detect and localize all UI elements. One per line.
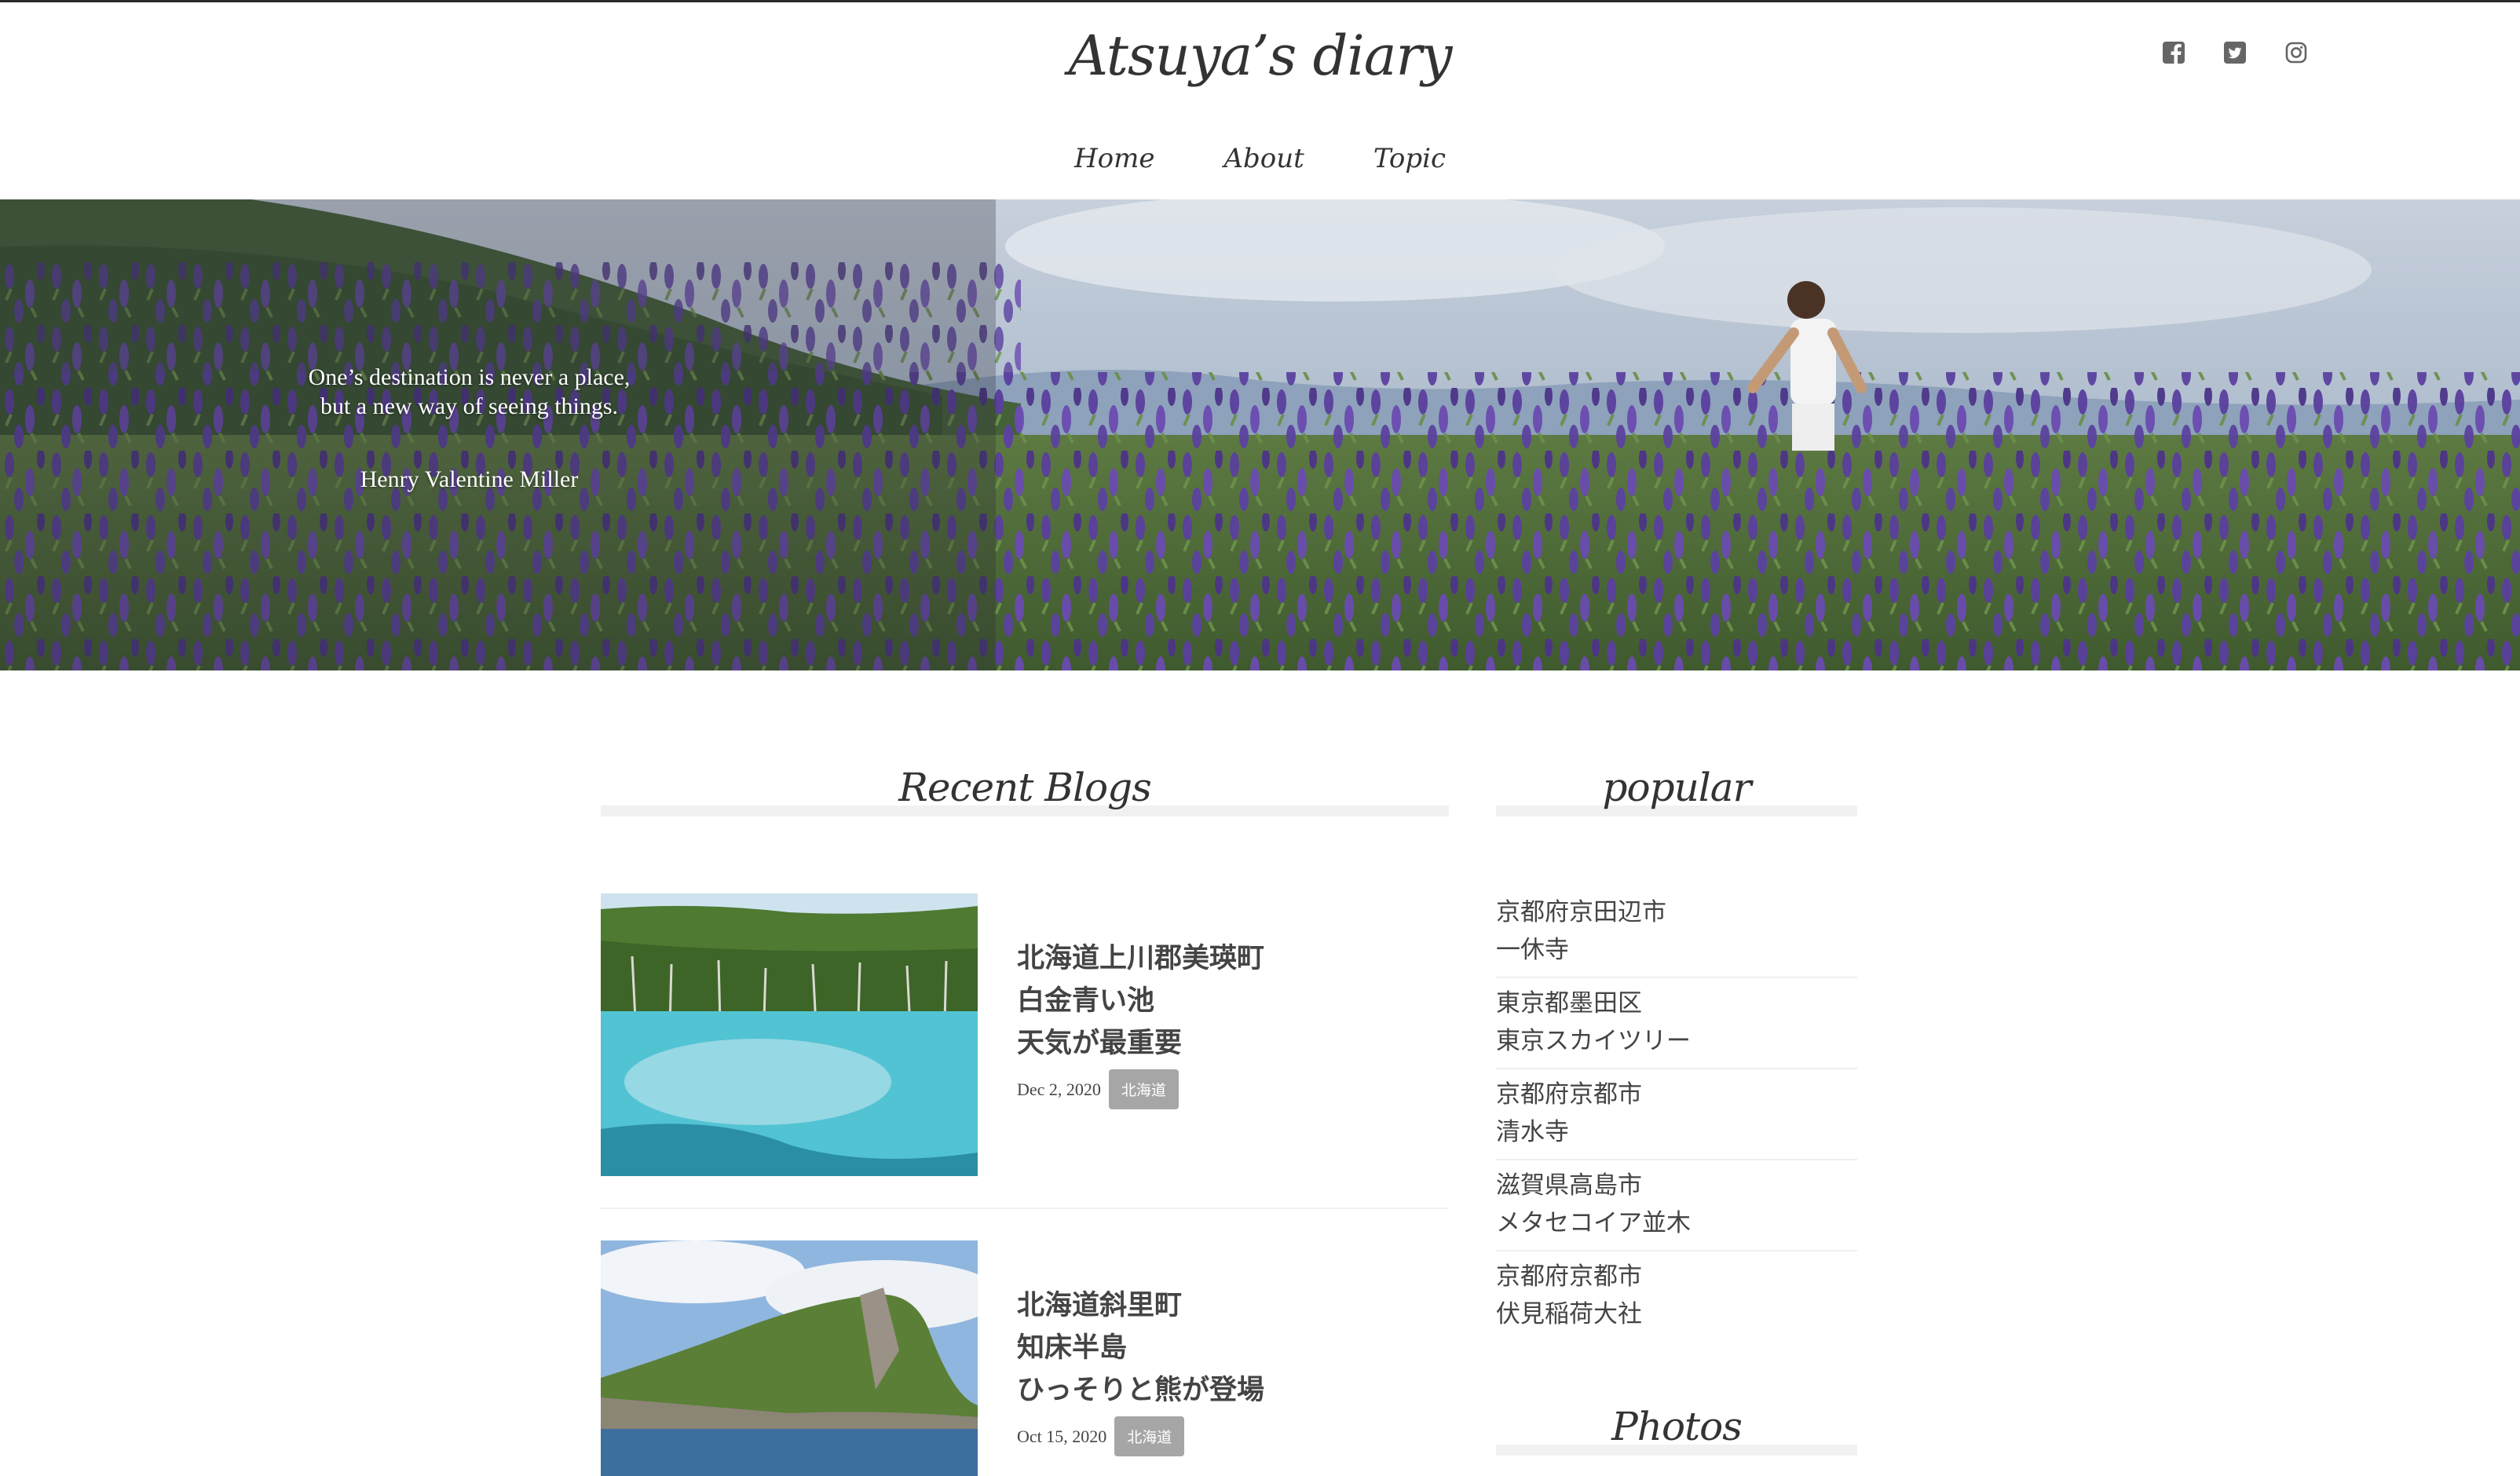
- facebook-icon[interactable]: [2162, 41, 2185, 64]
- blog-date: Oct 15, 2020: [1017, 1426, 1107, 1446]
- quote-overlay: [0, 199, 996, 670]
- popular-item[interactable]: 京都府京都市 清水寺: [1496, 1069, 1857, 1160]
- popular-title: popular: [1602, 765, 1751, 810]
- blog-tag[interactable]: 北海道: [1108, 1069, 1179, 1109]
- popular-item[interactable]: 京都府京都市 伏見稲荷大社: [1496, 1251, 1857, 1343]
- blog-title-line: 天気が最重要: [1017, 1028, 1183, 1059]
- blog-title-line: 北海道斜里町: [1017, 1290, 1183, 1321]
- blog-tag[interactable]: 北海道: [1114, 1416, 1185, 1456]
- popular-item-name: 一休寺: [1496, 936, 1569, 964]
- blog-card: 北海道斜里町 知床半島 ひっそりと熊が登場 Oct 15, 2020 北海道: [601, 1240, 1449, 1476]
- main-nav: Home About Topic: [0, 143, 2520, 174]
- quote-line: but a new way of seeing things.: [320, 393, 619, 419]
- popular-item-name: 伏見稲荷大社: [1496, 1300, 1642, 1328]
- popular-item[interactable]: 東京都墨田区 東京スカイツリー: [1496, 978, 1857, 1069]
- nav-item-about[interactable]: About: [1223, 143, 1304, 174]
- popular-item[interactable]: 滋賀県高島市 メタセコイア並木: [1496, 1160, 1857, 1251]
- popular-item-location: 京都府京都市: [1496, 1262, 1642, 1291]
- instagram-icon[interactable]: [2284, 41, 2308, 64]
- quote-line: One’s destination is never a place,: [308, 364, 631, 390]
- card-divider: [601, 1207, 1449, 1209]
- social-links: [2162, 41, 2308, 64]
- blog-thumbnail[interactable]: [601, 1240, 978, 1476]
- popular-item-name: メタセコイア並木: [1496, 1209, 1691, 1237]
- blog-title-line: 知床半島: [1017, 1332, 1128, 1364]
- quote-author: Henry Valentine Miller: [360, 466, 579, 492]
- blog-title-line: 北海道上川郡美瑛町: [1017, 943, 1265, 974]
- photos-title: Photos: [1611, 1404, 1743, 1449]
- popular-heading: popular: [1496, 765, 1857, 820]
- popular-item-location: 京都府京都市: [1496, 1080, 1642, 1109]
- photos-heading: Photos: [1496, 1404, 1857, 1459]
- popular-item-location: 京都府京田辺市: [1496, 898, 1666, 926]
- popular-item-location: 東京都墨田区: [1496, 989, 1642, 1017]
- recent-blogs-heading: Recent Blogs: [601, 765, 1449, 820]
- blog-title[interactable]: 北海道上川郡美瑛町 白金青い池 天気が最重要: [1017, 937, 1425, 1065]
- popular-item-name: 清水寺: [1496, 1118, 1569, 1146]
- nav-item-home[interactable]: Home: [1074, 143, 1154, 174]
- popular-item[interactable]: 京都府京田辺市 一休寺: [1496, 887, 1857, 978]
- blog-meta: Dec 2, 2020 北海道: [1017, 1069, 1179, 1109]
- recent-blogs-title: Recent Blogs: [898, 765, 1152, 810]
- popular-list: 京都府京田辺市 一休寺 東京都墨田区 東京スカイツリー 京都府京都市 清水寺 滋…: [1496, 887, 1857, 1343]
- blog-card: 北海道上川郡美瑛町 白金青い池 天気が最重要 Dec 2, 2020 北海道: [601, 893, 1449, 1184]
- blog-title[interactable]: 北海道斜里町 知床半島 ひっそりと熊が登場: [1017, 1284, 1425, 1412]
- blog-title-line: ひっそりと熊が登場: [1017, 1375, 1265, 1406]
- popular-item-location: 滋賀県高島市: [1496, 1171, 1642, 1200]
- blog-title-line: 白金青い池: [1017, 985, 1155, 1017]
- nav-item-topic[interactable]: Topic: [1373, 143, 1446, 174]
- hero-banner: One’s destination is never a place, but …: [0, 199, 2520, 670]
- blog-thumbnail[interactable]: [601, 893, 978, 1176]
- site-title[interactable]: Atsuya’s diary: [0, 24, 2520, 88]
- twitter-icon[interactable]: [2223, 41, 2247, 64]
- blog-meta: Oct 15, 2020 北海道: [1017, 1416, 1185, 1456]
- popular-item-name: 東京スカイツリー: [1496, 1027, 1691, 1055]
- top-border: [0, 0, 2520, 2]
- hero-quote: One’s destination is never a place, but …: [0, 363, 938, 421]
- blog-date: Dec 2, 2020: [1017, 1079, 1101, 1099]
